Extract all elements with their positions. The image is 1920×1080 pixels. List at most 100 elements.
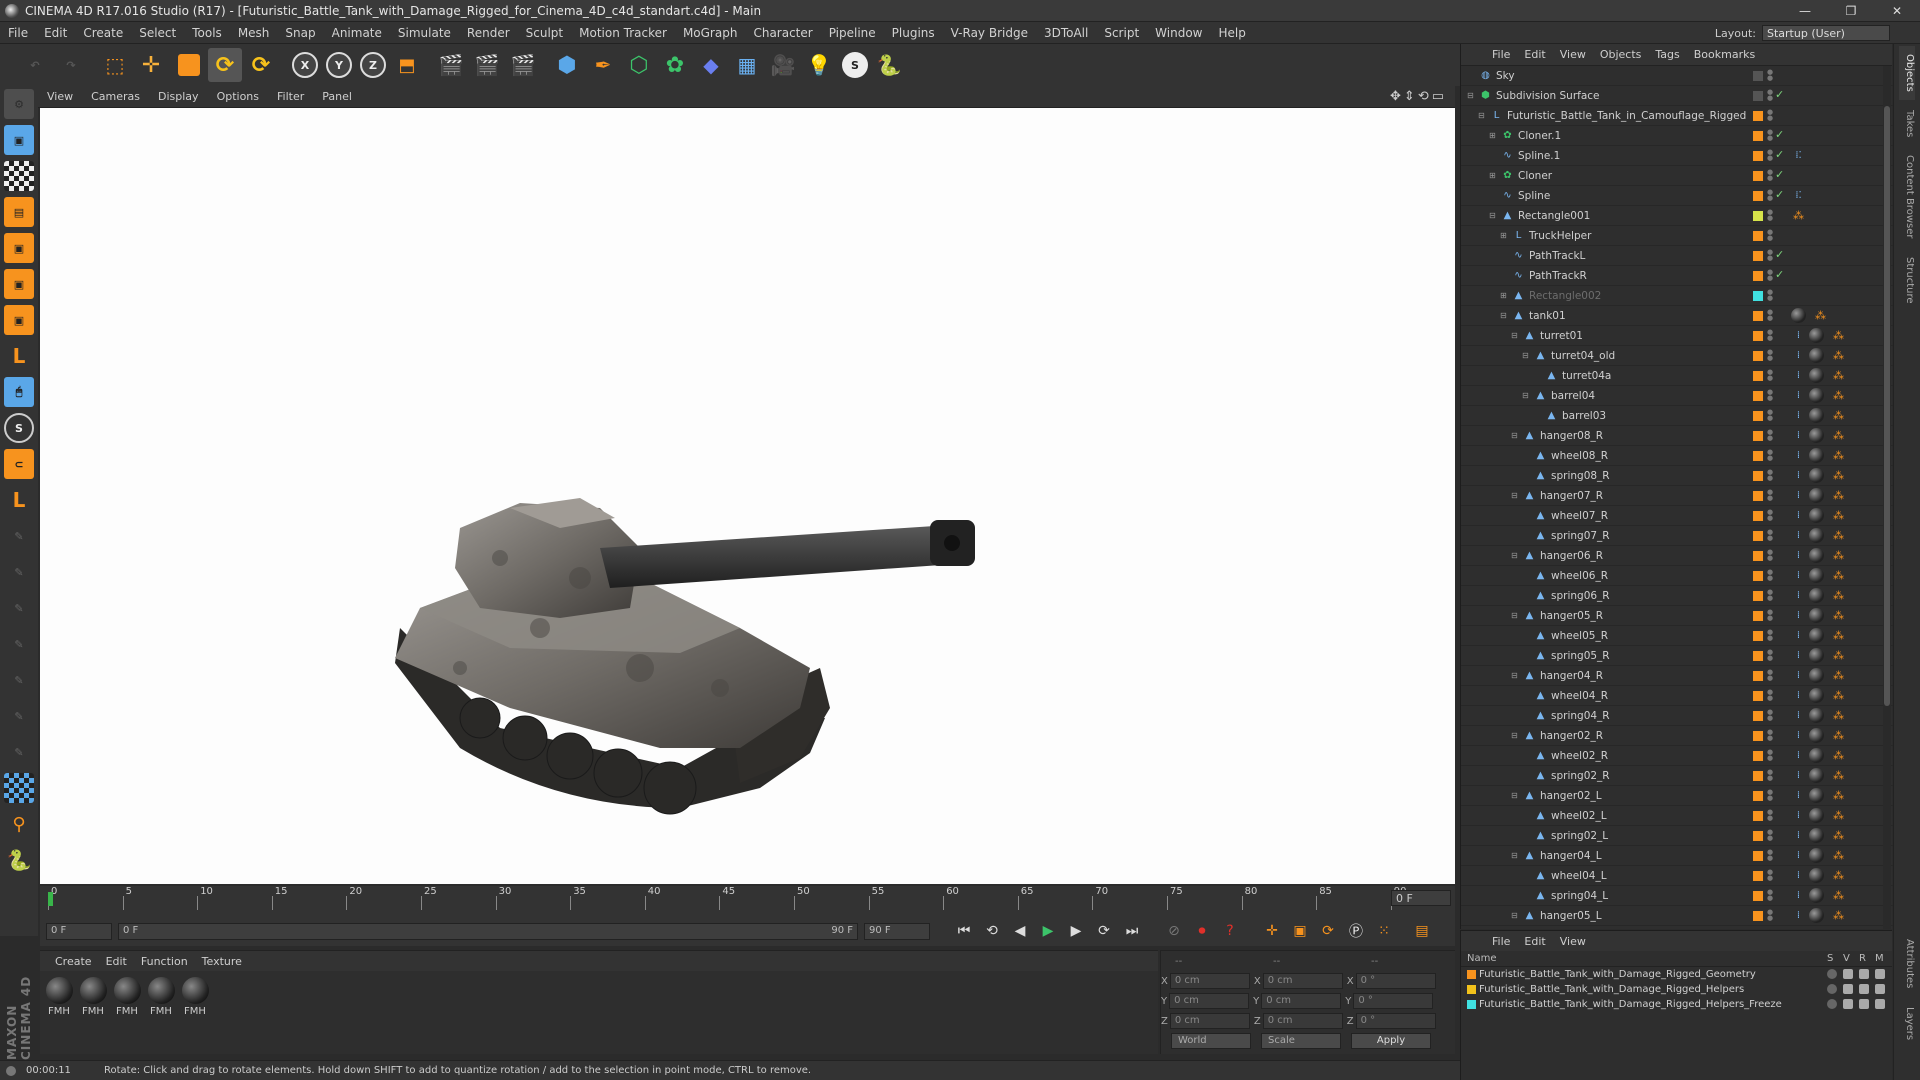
object-row[interactable]: ⊟ L Futuristic_Battle_Tank_in_Camouflage_R… (1461, 106, 1893, 126)
phong-tag-icon[interactable]: ⁂ (1831, 728, 1846, 743)
redo-icon[interactable]: ↷ (54, 48, 88, 82)
visibility-dots[interactable]: ● ● (1767, 389, 1773, 402)
visibility-dots[interactable]: ● ● (1767, 129, 1773, 142)
maximize-button[interactable]: ❐ (1828, 0, 1874, 22)
layer-color-swatch[interactable] (1753, 171, 1763, 181)
layer-color-swatch[interactable] (1467, 1000, 1476, 1009)
layer-color-swatch[interactable] (1753, 731, 1763, 741)
sculpt-tool-4-icon[interactable]: ✎ (4, 629, 34, 659)
phong-tag-icon[interactable]: ⁂ (1831, 488, 1846, 503)
object-row[interactable]: ▲ wheel07_R ● ● ⁞ ⁂ (1461, 506, 1893, 526)
layer-menu-view[interactable]: View (1553, 935, 1593, 948)
scale-icon[interactable] (178, 54, 200, 76)
phong-tag-icon[interactable]: ⁂ (1831, 508, 1846, 523)
object-row[interactable]: ⊟ ▲ turret01 ● ● ⁞ ⁂ (1461, 326, 1893, 346)
phong-tag-icon[interactable]: ⁂ (1831, 408, 1846, 423)
coord-position-field[interactable]: 0 cm (1169, 993, 1250, 1009)
material-tag-icon[interactable] (1809, 448, 1824, 463)
layer-visible-icon[interactable] (1843, 969, 1853, 979)
object-menu-edit[interactable]: Edit (1517, 48, 1552, 61)
visibility-dots[interactable]: ● ● (1767, 169, 1773, 182)
selection-tag-icon[interactable]: ⁞ (1791, 628, 1806, 643)
phong-tag-icon[interactable]: ⁂ (1831, 748, 1846, 763)
material-tag-icon[interactable] (1809, 388, 1824, 403)
phong-tag-icon[interactable]: ⁂ (1831, 868, 1846, 883)
tree-expand-icon[interactable]: ⊟ (1489, 211, 1499, 220)
visibility-dots[interactable]: ● ● (1767, 309, 1773, 322)
material-tag-icon[interactable] (1809, 528, 1824, 543)
render-to-picture-viewer-icon[interactable]: 🎬 (470, 48, 504, 82)
model-mode-icon[interactable]: ▣ (4, 125, 34, 155)
undo-icon[interactable]: ↶ (18, 48, 52, 82)
viewport-menu-view[interactable]: View (38, 90, 82, 103)
object-row[interactable]: ▲ spring05_R ● ● ⁞ ⁂ (1461, 646, 1893, 666)
mograph-cloner-icon[interactable]: ✿ (658, 48, 692, 82)
phong-tag-icon[interactable]: ⁂ (1831, 708, 1846, 723)
coord-size-field[interactable]: 0 cm (1262, 1013, 1343, 1029)
menu-simulate[interactable]: Simulate (390, 26, 459, 40)
phong-tag-icon[interactable]: ⁂ (1831, 428, 1846, 443)
tree-expand-icon[interactable]: ⊞ (1500, 231, 1510, 240)
selection-tag-icon[interactable]: ⁞ (1791, 508, 1806, 523)
layer-manager-icon[interactable] (1875, 984, 1885, 994)
material-tag-icon[interactable] (1809, 768, 1824, 783)
object-row[interactable]: ⊟ ▲ hanger02_L ● ● ⁞ ⁂ (1461, 786, 1893, 806)
enabled-check-icon[interactable]: ✓ (1775, 248, 1784, 261)
object-row[interactable]: ⊟ ▲ hanger06_R ● ● ⁞ ⁂ (1461, 546, 1893, 566)
visibility-dots[interactable]: ● ● (1767, 229, 1773, 242)
object-row[interactable]: ⊞ ✿ Cloner ● ● ✓ (1461, 166, 1893, 186)
menu-edit[interactable]: Edit (36, 26, 75, 40)
visibility-dots[interactable]: ● ● (1767, 549, 1773, 562)
object-row[interactable]: ▲ spring02_R ● ● ⁞ ⁂ (1461, 766, 1893, 786)
magnet-icon[interactable]: ⊂ (4, 449, 34, 479)
layer-color-swatch[interactable] (1753, 191, 1763, 201)
layer-color-swatch[interactable] (1753, 471, 1763, 481)
menu-create[interactable]: Create (75, 26, 131, 40)
tree-expand-icon[interactable]: ⊟ (1511, 491, 1521, 500)
viewport-menu-options[interactable]: Options (208, 90, 268, 103)
preview-range-slider[interactable]: 0 F 90 F (118, 922, 858, 940)
object-row[interactable]: ▲ barrel03 ● ● ⁞ ⁂ (1461, 406, 1893, 426)
layer-color-swatch[interactable] (1753, 111, 1763, 121)
selection-tag-icon[interactable]: ⁞ (1791, 368, 1806, 383)
visibility-dots[interactable]: ● ● (1767, 609, 1773, 622)
object-menu-file[interactable]: File (1485, 48, 1517, 61)
edges-mode-icon[interactable]: ▣ (4, 269, 34, 299)
timeline-window-icon[interactable]: ▤ (1410, 919, 1434, 943)
visibility-dots[interactable]: ● ● (1767, 689, 1773, 702)
enabled-check-icon[interactable]: ✓ (1775, 148, 1784, 161)
material-tag-icon[interactable] (1809, 348, 1824, 363)
object-row[interactable]: ⊟ ▲ turret04_old ● ● ⁞ ⁂ (1461, 346, 1893, 366)
coord-size-field[interactable]: 0 cm (1261, 993, 1342, 1009)
layer-solo-icon[interactable] (1827, 969, 1837, 979)
material-tag-icon[interactable] (1809, 888, 1824, 903)
menu-plugins[interactable]: Plugins (884, 26, 943, 40)
phong-tag-icon[interactable]: ⁂ (1831, 848, 1846, 863)
visibility-dots[interactable]: ● ● (1767, 429, 1773, 442)
material-tag-icon[interactable] (1809, 468, 1824, 483)
visibility-dots[interactable]: ● ● (1767, 369, 1773, 382)
loop-icon[interactable]: ⟳ (1092, 919, 1116, 943)
visibility-dots[interactable]: ● ● (1767, 869, 1773, 882)
tree-expand-icon[interactable]: ⊟ (1478, 111, 1488, 120)
layer-color-swatch[interactable] (1753, 811, 1763, 821)
spline-tag-icon[interactable]: ⁞⁚ (1791, 148, 1806, 163)
menu-motion-tracker[interactable]: Motion Tracker (571, 26, 675, 40)
key-rotation-icon[interactable]: ⟳ (1316, 919, 1340, 943)
enabled-check-icon[interactable]: ✓ (1775, 188, 1784, 201)
start-frame-field[interactable]: 0 F (46, 922, 112, 940)
timeline-ruler[interactable]: 051015202530354045505560657075808590 0 F (40, 886, 1455, 916)
phong-tag-icon[interactable]: ⁂ (1831, 688, 1846, 703)
layer-color-swatch[interactable] (1753, 491, 1763, 501)
phong-tag-icon[interactable]: ⁂ (1831, 568, 1846, 583)
visibility-dots[interactable]: ● ● (1767, 789, 1773, 802)
material-tag-icon[interactable] (1809, 428, 1824, 443)
menu-window[interactable]: Window (1147, 26, 1210, 40)
previous-key-icon[interactable]: ⟲ (980, 919, 1004, 943)
key-pla-icon[interactable]: ⁙ (1372, 919, 1396, 943)
object-menu-view[interactable]: View (1553, 48, 1593, 61)
end-frame-field[interactable]: 90 F (864, 922, 930, 940)
object-row[interactable]: ▲ wheel04_L ● ● ⁞ ⁂ (1461, 866, 1893, 886)
axis-mode-icon[interactable]: L (4, 341, 34, 371)
tree-expand-icon[interactable]: ⊟ (1511, 791, 1521, 800)
